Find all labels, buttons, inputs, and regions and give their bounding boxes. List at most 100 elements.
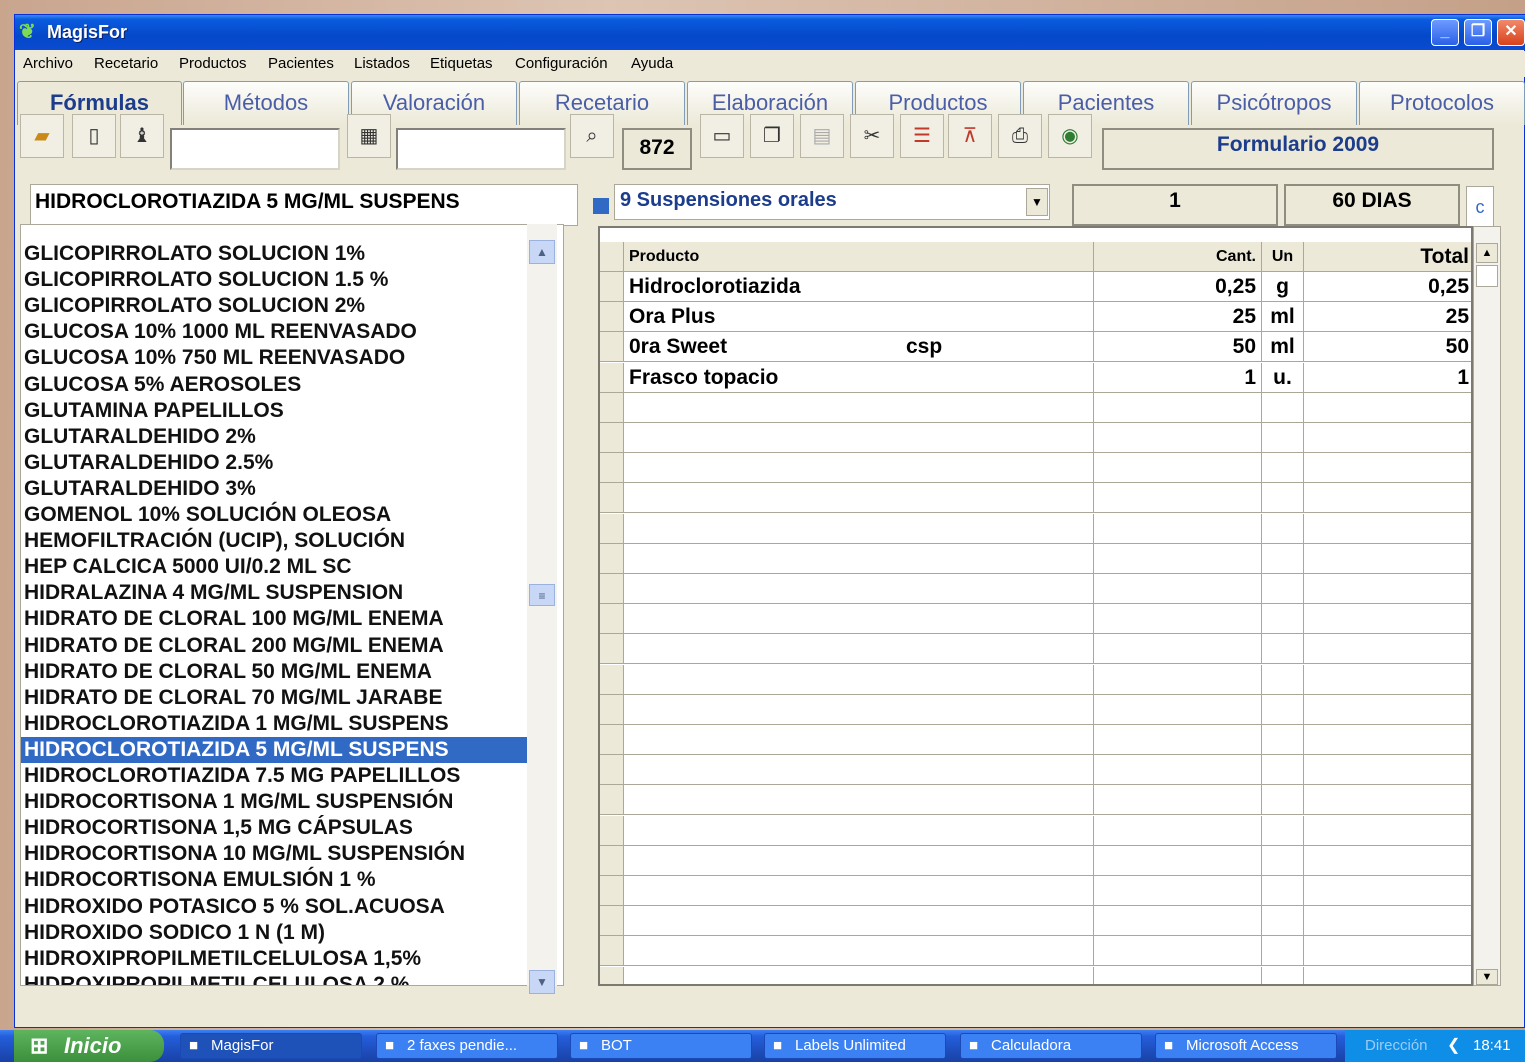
list-item[interactable]: HIDROXIPROPILMETILCELULOSA 1,5% <box>21 946 537 972</box>
cell-producto[interactable] <box>624 392 1094 423</box>
window-icon[interactable]: ▭ <box>700 114 744 158</box>
list-item[interactable]: GLICOPIRROLATO SOLUCION 1.5 % <box>21 267 537 293</box>
cell-cant[interactable] <box>1094 483 1262 514</box>
cell-total[interactable] <box>1304 574 1471 604</box>
product-grid[interactable]: Producto Cant. Un Total Hidroclorotiazid… <box>598 226 1473 986</box>
cell-total[interactable] <box>1304 755 1471 786</box>
cell-cant[interactable] <box>1094 755 1262 786</box>
search-page-icon[interactable]: ⌕ <box>570 114 614 158</box>
close-button[interactable]: ✕ <box>1497 19 1525 46</box>
list-item[interactable]: HIDRATO DE CLORAL 50 MG/ML ENEMA <box>21 659 537 685</box>
cell-cant[interactable] <box>1094 725 1262 755</box>
cell-total[interactable] <box>1304 906 1471 937</box>
menu-productos[interactable]: Productos <box>179 55 247 72</box>
cell-cant[interactable]: 1 <box>1094 362 1262 393</box>
cell-total[interactable] <box>1304 785 1471 816</box>
cell-total[interactable] <box>1304 634 1471 665</box>
cell-cant[interactable] <box>1094 936 1262 967</box>
list-item[interactable]: HIDROCLOROTIAZIDA 7.5 MG PAPELILLOS <box>21 763 537 789</box>
formula-list[interactable]: GLICOPIRROLATO SOLUCION 1% GLICOPIRROLATO… <box>20 224 564 986</box>
cell-producto[interactable] <box>624 453 1094 484</box>
cell-total[interactable] <box>1304 725 1471 755</box>
cell-un[interactable] <box>1262 845 1304 876</box>
cell-total[interactable] <box>1304 936 1471 967</box>
menu-recetario[interactable]: Recetario <box>94 55 158 72</box>
list-item[interactable]: HIDRALAZINA 4 MG/ML SUSPENSION <box>21 580 537 606</box>
cell-un[interactable] <box>1262 513 1304 544</box>
col-header-cant[interactable]: Cant. <box>1094 242 1262 272</box>
tab-metodos[interactable]: Métodos <box>183 81 349 125</box>
cell-total[interactable] <box>1304 393 1471 423</box>
list-item[interactable]: HEMOFILTRACIÓN (UCIP), SOLUCIÓN <box>21 528 537 554</box>
list-item[interactable]: GLUTARALDEHIDO 2% <box>21 424 537 450</box>
list-item[interactable]: GLUCOSA 5% AEROSOLES <box>21 372 537 398</box>
cell-un[interactable] <box>1262 604 1304 635</box>
cell-cant[interactable] <box>1094 634 1262 665</box>
cell-un[interactable]: ml <box>1262 332 1304 363</box>
menu-configuracion[interactable]: Configuración <box>515 55 608 72</box>
list-item[interactable]: HEP CALCICA 5000 UI/0.2 ML SC <box>21 554 537 580</box>
cell-producto[interactable] <box>624 785 1094 816</box>
cell-un[interactable] <box>1262 634 1304 665</box>
cell-un[interactable] <box>1262 664 1304 695</box>
list-item[interactable]: HIDRATO DE CLORAL 200 MG/ML ENEMA <box>21 633 537 659</box>
cell-cant[interactable] <box>1094 604 1262 635</box>
cell-un[interactable]: g <box>1262 272 1304 302</box>
list-item[interactable]: HIDROXIDO SODICO 1 N (1 M) <box>21 920 537 946</box>
cell-un[interactable] <box>1262 936 1304 967</box>
cell-un[interactable] <box>1262 483 1304 514</box>
cell-cant[interactable] <box>1094 966 1262 984</box>
cell-producto[interactable] <box>624 483 1094 514</box>
cell-total[interactable] <box>1304 665 1471 695</box>
list-item[interactable]: HIDRATO DE CLORAL 70 MG/ML JARABE <box>21 685 537 711</box>
cell-cant[interactable] <box>1094 664 1262 695</box>
cell-cant[interactable] <box>1094 513 1262 544</box>
cell-un[interactable] <box>1262 543 1304 574</box>
list-item[interactable]: GLICOPIRROLATO SOLUCION 2% <box>21 293 537 319</box>
list-item[interactable]: HIDRATO DE CLORAL 100 MG/ML ENEMA <box>21 606 537 632</box>
printer-icon[interactable]: ⎙ <box>998 114 1042 158</box>
cell-un[interactable] <box>1262 785 1304 816</box>
cell-un[interactable] <box>1262 694 1304 725</box>
cell-producto[interactable] <box>624 815 1094 846</box>
cell-total[interactable] <box>1304 846 1471 876</box>
menu-ayuda[interactable]: Ayuda <box>631 55 673 72</box>
cell-cant[interactable]: 0,25 <box>1094 272 1262 302</box>
cell-cant[interactable] <box>1094 543 1262 574</box>
cell-cant[interactable] <box>1094 392 1262 423</box>
cell-producto[interactable]: Hidroclorotiazida <box>624 272 1094 302</box>
cell-un[interactable] <box>1262 815 1304 846</box>
quantity-field[interactable]: 1 <box>1072 184 1278 226</box>
cell-cant[interactable] <box>1094 876 1262 906</box>
cell-producto[interactable]: Ora Plus <box>624 302 1094 333</box>
formula-name-field[interactable]: HIDROCLOROTIAZIDA 5 MG/ML SUSPENS <box>30 184 578 226</box>
cell-producto[interactable] <box>624 755 1094 786</box>
cell-producto[interactable] <box>624 694 1094 725</box>
cell-un[interactable] <box>1262 423 1304 453</box>
list-item[interactable]: GLUCOSA 10% 750 ML REENVASADO <box>21 345 537 371</box>
list-item[interactable]: GOMENOL 10% SOLUCIÓN OLEOSA <box>21 502 537 528</box>
list-item[interactable]: HIDROCLOROTIAZIDA 1 MG/ML SUSPENS <box>21 711 537 737</box>
tab-protocolos[interactable]: Protocolos <box>1359 81 1525 125</box>
taskbar-item[interactable]: ■ Labels Unlimited <box>764 1033 946 1059</box>
search-field-2[interactable] <box>396 128 566 170</box>
cell-total[interactable] <box>1304 423 1471 453</box>
scissors-icon[interactable]: ✂ <box>850 114 894 158</box>
tab-psicotropos[interactable]: Psicótropos <box>1191 81 1357 125</box>
cell-producto[interactable] <box>624 664 1094 695</box>
new-document-icon[interactable]: ▯ <box>72 114 116 158</box>
cell-cant[interactable] <box>1094 423 1262 453</box>
scroll-down-icon[interactable]: ▼ <box>1476 969 1498 985</box>
menu-etiquetas[interactable]: Etiquetas <box>430 55 493 72</box>
cell-un[interactable] <box>1262 876 1304 906</box>
cell-producto[interactable] <box>624 513 1094 544</box>
cell-total[interactable] <box>1304 604 1471 635</box>
list-item[interactable]: HIDROXIDO POTASICO 5 % SOL.ACUOSA <box>21 894 537 920</box>
chevron-left-icon[interactable]: ❮ <box>1447 1030 1460 1062</box>
maximize-button[interactable]: ❐ <box>1464 19 1492 46</box>
scroll-up-icon[interactable]: ▲ <box>529 240 555 264</box>
start-button[interactable]: ⊞ Inicio <box>14 1030 164 1062</box>
cell-producto[interactable] <box>624 936 1094 967</box>
cell-total[interactable]: 0,25 <box>1304 272 1471 302</box>
cell-cant[interactable] <box>1094 694 1262 725</box>
